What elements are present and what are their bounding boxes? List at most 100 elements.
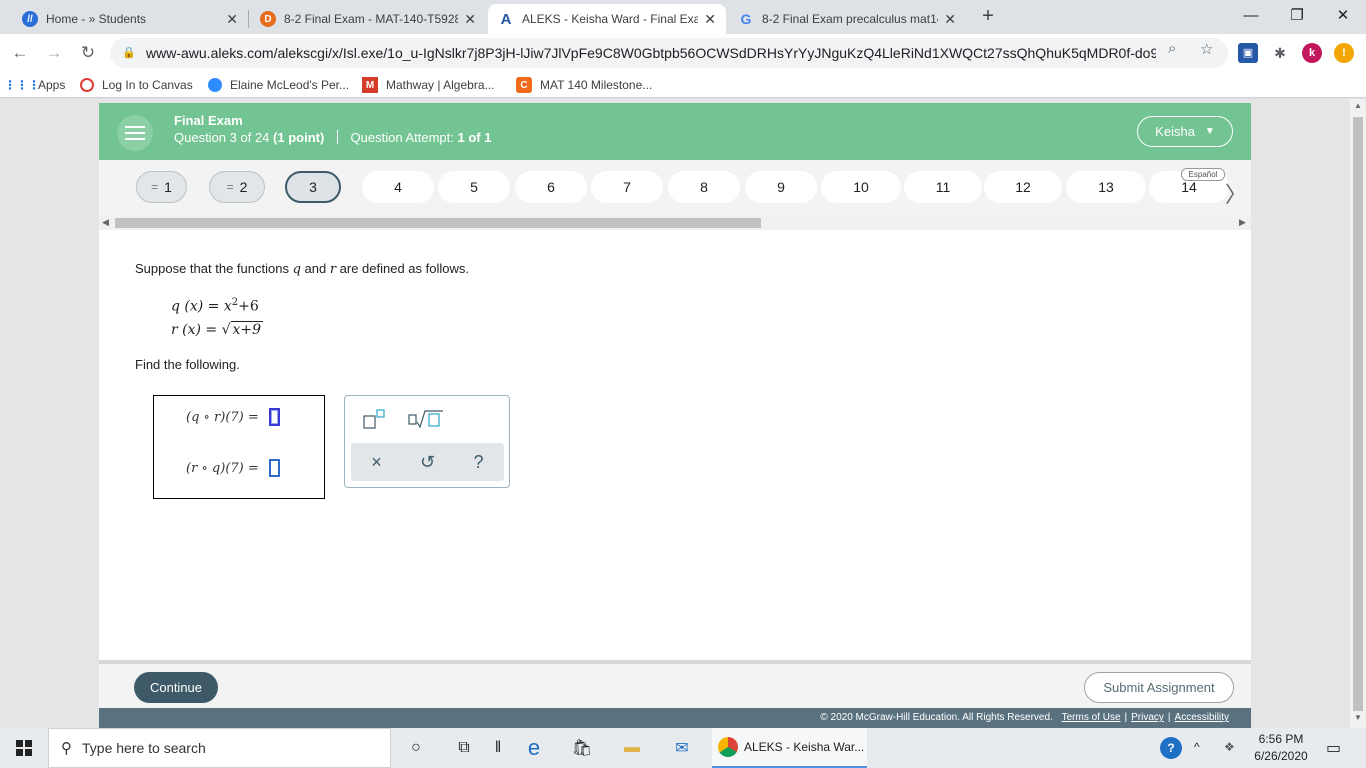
taskbar-app-title: ALEKS - Keisha War...	[744, 740, 865, 754]
espanol-toggle[interactable]: Español	[1181, 168, 1225, 181]
close-window-button[interactable]: ✕	[1320, 0, 1366, 30]
scroll-left-icon[interactable]: ◀	[102, 217, 109, 228]
tab-home-students[interactable]: // Home - » Students ✕	[12, 4, 248, 34]
horizontal-scrollbar[interactable]: ◀ ▶	[99, 216, 1251, 230]
copyright-text: © 2020 McGraw-Hill Education. All Rights…	[820, 712, 1053, 723]
question-button-9[interactable]: 9	[745, 171, 817, 203]
question-number: 11	[935, 179, 951, 195]
bookmark-label: Elaine McLeod's Per...	[230, 78, 350, 92]
question-number: 7	[623, 179, 631, 195]
cortana-icon[interactable]: ○	[404, 736, 428, 760]
new-tab-button[interactable]: +	[978, 6, 998, 26]
bookmark-milestone[interactable]: C MAT 140 Milestone...	[516, 76, 652, 94]
menu-button[interactable]	[117, 115, 153, 151]
question-count: Question 3 of 24	[174, 130, 270, 145]
zoom-icon	[208, 78, 222, 92]
dropbox-icon[interactable]: ❖	[1224, 740, 1235, 754]
tab-google-search[interactable]: G 8-2 Final Exam precalculus mat14 ✕	[728, 4, 966, 34]
bookmark-label: MAT 140 Milestone...	[540, 78, 653, 92]
bookmark-zoom[interactable]: Elaine McLeod's Per...	[208, 76, 349, 94]
forward-button[interactable]: →	[42, 42, 66, 64]
taskbar-app-chrome[interactable]: ALEKS - Keisha War...	[712, 728, 867, 768]
nth-root-icon[interactable]	[408, 408, 444, 430]
scrollbar-thumb[interactable]	[1353, 117, 1363, 711]
palette-actions: × ↺ ?	[351, 443, 504, 481]
continue-button[interactable]: Continue	[134, 672, 218, 703]
exponent-icon[interactable]	[363, 408, 387, 430]
help-tray-icon[interactable]: ?	[1160, 737, 1182, 759]
search-placeholder: Type here to search	[82, 740, 206, 756]
question-button-10[interactable]: 10	[821, 171, 901, 203]
bookmark-canvas[interactable]: Log In to Canvas	[80, 76, 193, 94]
terms-link[interactable]: Terms of Use	[1062, 712, 1121, 723]
submit-assignment-button[interactable]: Submit Assignment	[1084, 672, 1234, 703]
exam-header: Final Exam Question 3 of 24 (1 point) Qu…	[99, 103, 1251, 160]
scroll-down-icon[interactable]: ▼	[1354, 713, 1362, 722]
scroll-up-icon[interactable]: ▲	[1354, 101, 1362, 110]
clear-icon[interactable]: ×	[362, 452, 392, 473]
close-icon[interactable]: ✕	[944, 11, 956, 28]
close-icon[interactable]: ✕	[226, 11, 238, 28]
mail-icon[interactable]: ✉	[670, 736, 694, 760]
vertical-scrollbar[interactable]: ▲ ▼	[1350, 99, 1366, 728]
question-number: 2	[239, 179, 248, 195]
store-icon[interactable]: 🛍	[570, 736, 594, 760]
back-button[interactable]: ←	[8, 42, 32, 64]
privacy-link[interactable]: Privacy	[1131, 712, 1164, 723]
address-bar[interactable]: 🔒 www-awu.aleks.com/alekscgi/x/Isl.exe/1…	[110, 38, 1228, 68]
chevron-up-icon[interactable]: ^	[1194, 740, 1200, 754]
question-button-5[interactable]: 5	[438, 171, 510, 203]
tab-aleks[interactable]: A ALEKS - Keisha Ward - Final Exam ✕	[488, 4, 726, 34]
user-menu-button[interactable]: Keisha ▼	[1137, 116, 1233, 147]
restore-button[interactable]: ❐	[1274, 0, 1320, 30]
question-button-8[interactable]: 8	[668, 171, 740, 203]
url-text: www-awu.aleks.com/alekscgi/x/Isl.exe/1o_…	[146, 45, 1156, 61]
r-radicand: x+9	[230, 321, 264, 338]
question-button-12[interactable]: 12	[984, 171, 1062, 203]
question-button-7[interactable]: 7	[591, 171, 663, 203]
hamburger-icon	[125, 126, 145, 140]
sqrt-icon: √	[221, 322, 231, 338]
search-icon: ⚲	[61, 740, 72, 757]
scrollbar-thumb[interactable]	[115, 218, 761, 228]
chevron-right-icon[interactable]: 〉	[1225, 177, 1247, 209]
notifications-icon[interactable]: ▭	[1326, 738, 1341, 758]
bookmark-mathway[interactable]: M Mathway | Algebra...	[362, 76, 495, 94]
edge-icon[interactable]: e	[522, 735, 546, 760]
tab-final-exam-brightspace[interactable]: D 8-2 Final Exam - MAT-140-T5928 ✕	[250, 4, 486, 34]
question-button-11[interactable]: 11	[904, 171, 982, 203]
extension-icon[interactable]: ▣	[1238, 43, 1258, 63]
question-button-13[interactable]: 13	[1066, 171, 1146, 203]
close-icon[interactable]: ✕	[464, 11, 476, 28]
math-palette: × ↺ ?	[344, 395, 510, 488]
star-icon[interactable]: ☆	[1200, 40, 1213, 58]
bookmark-apps[interactable]: ⋮⋮⋮ Apps	[4, 76, 65, 94]
close-icon[interactable]: ✕	[704, 11, 716, 28]
start-button[interactable]	[0, 728, 48, 768]
system-clock[interactable]: 6:56 PM 6/26/2020	[1248, 731, 1314, 765]
file-explorer-icon[interactable]: ▬	[620, 736, 644, 760]
windows-taskbar: ⚲ Type here to search ○ ⧉ ‖ e 🛍 ▬ ✉ ALEK…	[0, 728, 1366, 768]
question-button-2[interactable]: = 2	[209, 171, 265, 203]
question-button-1[interactable]: = 1	[136, 171, 187, 203]
help-icon[interactable]: ?	[464, 452, 494, 473]
puzzle-icon[interactable]: ✱	[1270, 43, 1290, 63]
task-view-icon[interactable]: ⧉	[452, 736, 476, 760]
zoom-icon[interactable]: ⌕	[1168, 40, 1176, 57]
minimize-button[interactable]: —	[1228, 0, 1274, 30]
update-icon[interactable]: !	[1334, 43, 1354, 63]
question-button-3[interactable]: 3	[285, 171, 341, 203]
accessibility-link[interactable]: Accessibility	[1175, 712, 1229, 723]
tab-separator	[248, 10, 249, 28]
scroll-right-icon[interactable]: ▶	[1239, 217, 1246, 228]
question-button-6[interactable]: 6	[515, 171, 587, 203]
separator: |	[1167, 712, 1171, 723]
profile-avatar[interactable]: k	[1302, 43, 1322, 63]
undo-icon[interactable]: ↺	[413, 452, 443, 473]
question-number: 8	[700, 179, 708, 195]
question-button-4[interactable]: 4	[362, 171, 434, 203]
taskbar-search[interactable]: ⚲ Type here to search	[48, 728, 391, 768]
reload-button[interactable]: ↻	[76, 42, 100, 64]
answer-input-q-of-r[interactable]	[268, 408, 280, 426]
answer-input-r-of-q[interactable]	[268, 459, 280, 477]
